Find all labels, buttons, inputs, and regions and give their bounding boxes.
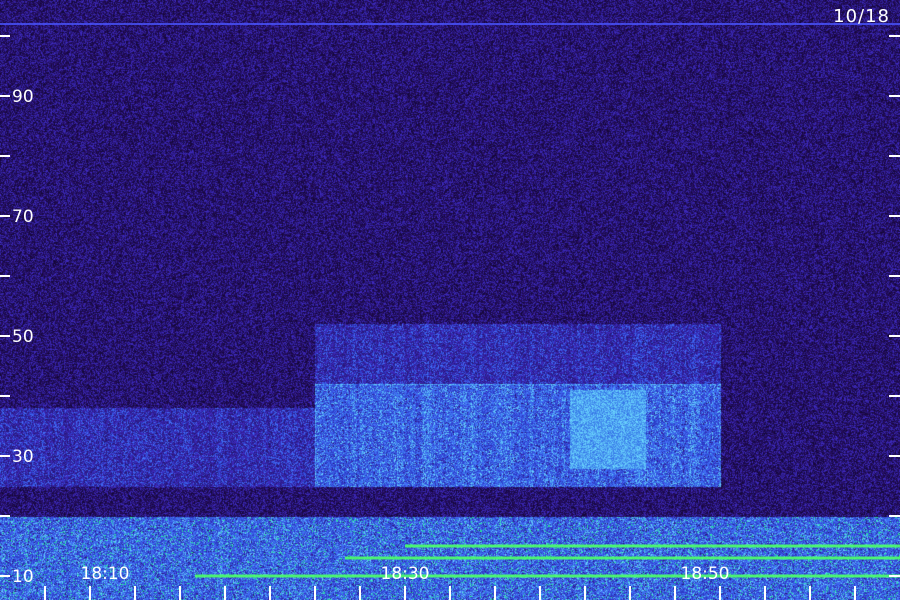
x-tick-label-1810: 18:10 — [81, 564, 130, 584]
y-tick-label-70: 70 — [12, 207, 34, 227]
date-label: 10/18 — [833, 6, 890, 27]
y-tick-label-30: 30 — [12, 447, 34, 467]
y-tick-label-90: 90 — [12, 87, 34, 107]
y-axis-ticks: 10 30 50 70 90 — [0, 35, 900, 587]
x-tick-label-1850: 18:50 — [681, 564, 730, 584]
axis-overlay: 10 30 50 70 90 18:10 18:30 18:50 10/18 — [0, 6, 900, 600]
x-tick-label-1830: 18:30 — [381, 564, 430, 584]
y-tick-label-10: 10 — [12, 567, 34, 587]
x-axis-ticks: 18:10 18:30 18:50 — [44, 564, 856, 600]
y-tick-label-50: 50 — [12, 327, 34, 347]
spectrogram-panel: 10 30 50 70 90 18:10 18:30 18:50 10/18 — [0, 0, 900, 600]
